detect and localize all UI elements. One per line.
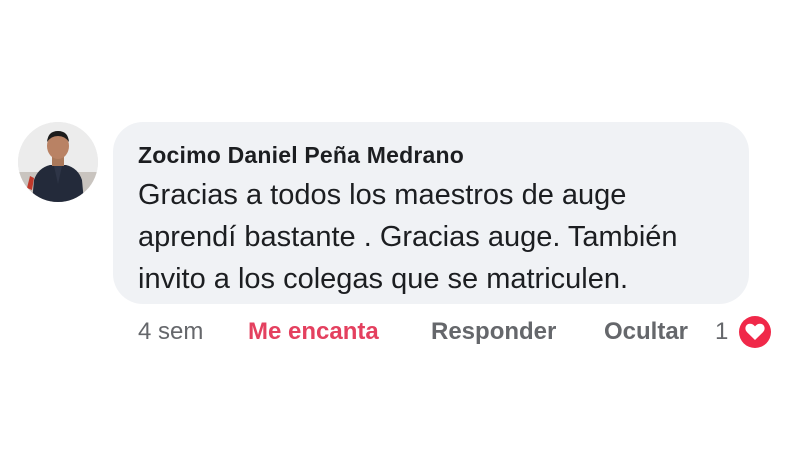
comment: Zocimo Daniel Peña Medrano Gracias a tod… bbox=[0, 0, 792, 458]
love-reaction-button[interactable]: Me encanta bbox=[248, 316, 379, 348]
reply-button[interactable]: Responder bbox=[431, 316, 556, 348]
profile-photo-icon bbox=[18, 122, 98, 202]
reaction-count[interactable]: 1 bbox=[715, 316, 728, 348]
heart-badge-circle bbox=[739, 316, 771, 348]
heart-icon bbox=[745, 323, 765, 340]
hide-button[interactable]: Ocultar bbox=[604, 316, 688, 348]
comment-actions: 4 sem Me encanta Responder Ocultar 1 bbox=[0, 316, 792, 348]
comment-author[interactable]: Zocimo Daniel Peña Medrano bbox=[138, 142, 464, 169]
comment-bubble: Zocimo Daniel Peña Medrano Gracias a tod… bbox=[113, 122, 749, 304]
avatar[interactable] bbox=[18, 122, 98, 202]
comment-timestamp[interactable]: 4 sem bbox=[138, 316, 203, 348]
comment-text: Gracias a todos los maestros de auge apr… bbox=[138, 179, 678, 295]
reaction-badge[interactable] bbox=[737, 314, 773, 350]
